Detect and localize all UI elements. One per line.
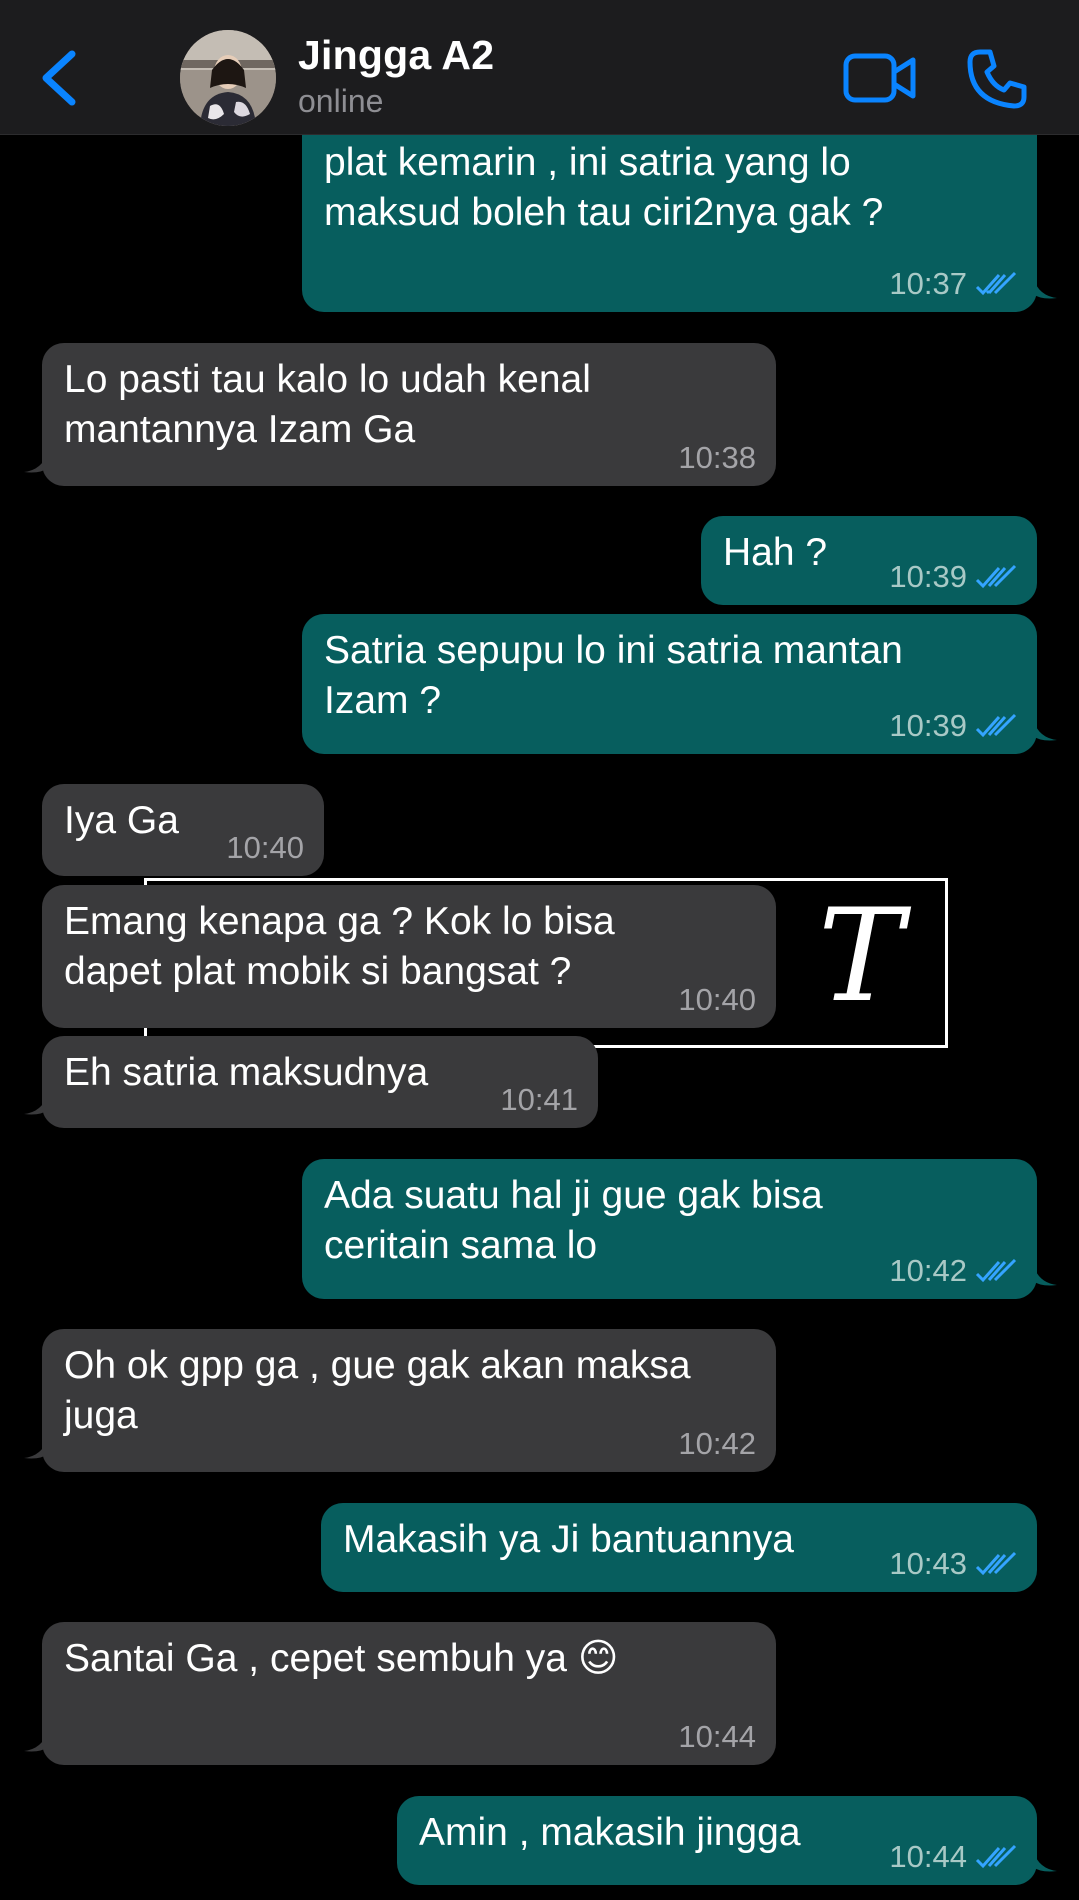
message-time: 10:39	[889, 708, 967, 743]
message-text: Satria sepupu lo ini satria mantan Izam …	[324, 629, 903, 722]
bubble-tail	[1033, 1265, 1057, 1286]
chevron-left-icon	[42, 50, 76, 106]
message-text: Makasih ya Ji bantuannya	[343, 1518, 794, 1561]
message-bubble-incoming[interactable]: Santai Ga , cepet sembuh ya 😊 10:44	[24, 1622, 776, 1765]
message-text: Hah ?	[723, 531, 828, 574]
read-receipt-icon	[975, 1258, 1017, 1283]
bubble-tail	[24, 1438, 48, 1459]
message-text: Santai Ga , cepet sembuh ya 😊	[64, 1637, 619, 1680]
message-text: Oh ok gpp ga , gue gak akan maksa juga	[64, 1344, 691, 1437]
bubble-tail	[24, 452, 48, 473]
video-call-button[interactable]	[843, 50, 917, 106]
message-bubble-outgoing[interactable]: Ada suatu hal ji gue gak bisa ceritain s…	[302, 1159, 1057, 1299]
message-bubble-incoming[interactable]: Oh ok gpp ga , gue gak akan maksa juga 1…	[24, 1329, 776, 1472]
message-bubble-incoming[interactable]: Emang kenapa ga ? Kok lo bisa dapet plat…	[42, 885, 776, 1028]
message-time: 10:40	[678, 982, 756, 1017]
message-text: Lo pasti tau kalo lo udah kenal mantanny…	[64, 358, 591, 451]
read-receipt-icon	[975, 271, 1017, 296]
read-receipt-icon	[975, 713, 1017, 738]
text-tool-icon: T	[818, 882, 904, 1031]
message-bubble-outgoing[interactable]: Makasih ya Ji bantuannya 10:43	[321, 1503, 1037, 1592]
bubble-tail	[24, 1731, 48, 1752]
chat-header: Jingga A2 online	[0, 0, 1079, 135]
read-receipt-icon	[975, 564, 1017, 589]
message-bubble-incoming[interactable]: Iya Ga 10:40	[42, 784, 324, 876]
video-camera-icon	[843, 53, 916, 103]
bubble-tail	[1033, 1851, 1057, 1872]
avatar-photo	[180, 30, 276, 126]
voice-call-button[interactable]	[966, 48, 1028, 110]
message-bubble-incoming[interactable]: Lo pasti tau kalo lo udah kenal mantanny…	[24, 343, 776, 486]
message-time: 10:42	[889, 1253, 967, 1288]
message-time: 10:40	[226, 830, 304, 865]
message-time: 10:37	[889, 266, 967, 301]
message-time: 10:44	[678, 1719, 756, 1754]
message-text: Ada suatu hal ji gue gak bisa ceritain s…	[324, 1174, 823, 1267]
message-time: 10:39	[889, 559, 967, 594]
message-time: 10:42	[678, 1426, 756, 1461]
contact-status: online	[298, 83, 384, 119]
message-time: 10:38	[678, 440, 756, 475]
back-button[interactable]	[38, 48, 82, 108]
message-time: 10:44	[889, 1839, 967, 1874]
read-receipt-icon	[975, 1844, 1017, 1869]
message-time: 10:43	[889, 1546, 967, 1581]
contact-avatar[interactable]	[180, 30, 276, 126]
message-text: Emang kenapa ga ? Kok lo bisa dapet plat…	[64, 900, 615, 993]
bubble-tail	[24, 1094, 48, 1115]
bubble-tail	[1033, 278, 1057, 299]
message-bubble-outgoing[interactable]: Satria sepupu lo ini satria mantan Izam …	[302, 614, 1057, 754]
message-text: Eh satria maksudnya	[64, 1051, 429, 1094]
bubble-tail	[1033, 720, 1057, 741]
message-text: Amin , makasih jingga	[419, 1811, 801, 1854]
message-text: plat kemarin , ini satria yang lo maksud…	[324, 141, 884, 234]
read-receipt-icon	[975, 1551, 1017, 1576]
message-bubble-outgoing[interactable]: Amin , makasih jingga 10:44	[397, 1796, 1057, 1885]
message-bubble-outgoing[interactable]: Hah ? 10:39	[701, 516, 1037, 605]
phone-icon	[967, 49, 1027, 109]
message-time: 10:41	[500, 1082, 578, 1117]
message-bubble-incoming[interactable]: Eh satria maksudnya 10:41	[24, 1036, 598, 1128]
message-text: Iya Ga	[64, 799, 179, 842]
contact-name[interactable]: Jingga A2	[298, 32, 494, 79]
